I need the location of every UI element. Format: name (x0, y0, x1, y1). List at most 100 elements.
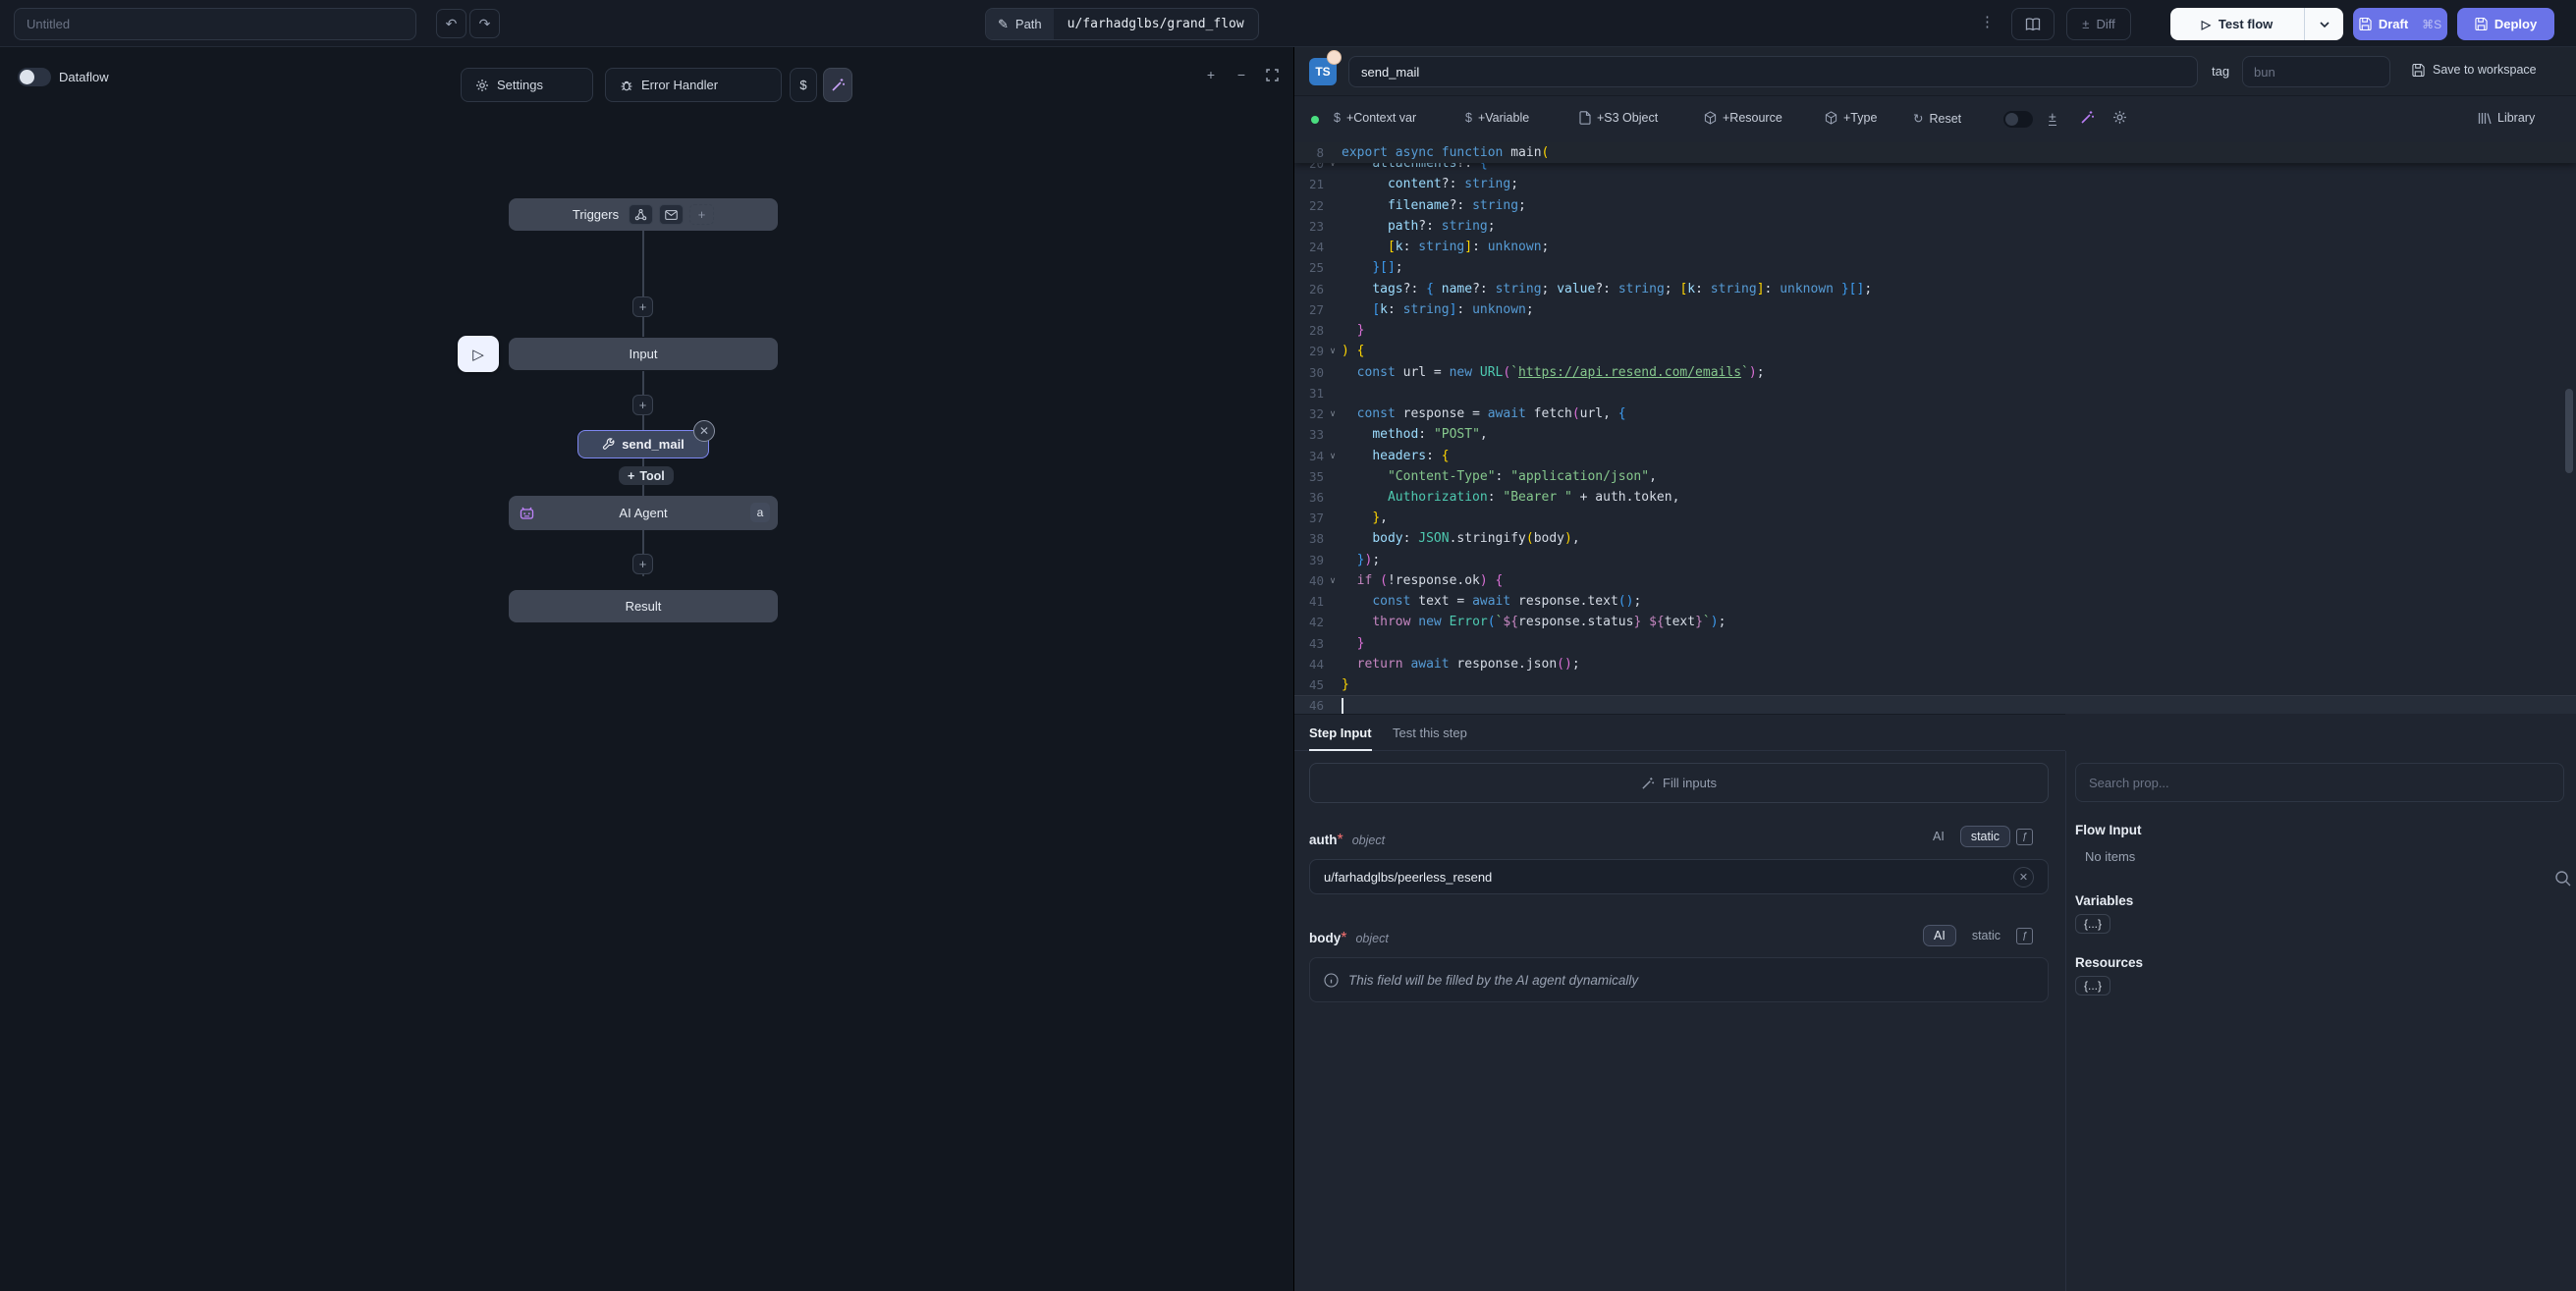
code-editor[interactable]: 20∨ attachments?: {21 content?: string;2… (1294, 142, 2576, 714)
remove-tool-button[interactable]: ✕ (693, 420, 715, 442)
mail-icon (665, 210, 678, 220)
auth-expression-mode-button[interactable]: ƒ (2016, 829, 2033, 845)
edge-search-icon[interactable] (2553, 869, 2573, 888)
code-line[interactable]: 40∨ if (!response.ok) { (1294, 570, 2576, 591)
fold-chevron-icon[interactable]: ∨ (1324, 451, 1342, 461)
library-button[interactable]: Library (2478, 111, 2535, 125)
fit-view-button[interactable] (1261, 64, 1283, 85)
auth-value-input[interactable] (1309, 859, 2049, 894)
code-line[interactable]: 33 method: "POST", (1294, 424, 2576, 445)
code-line[interactable]: 42 throw new Error(`${response.status} $… (1294, 612, 2576, 632)
code-line[interactable]: 32∨ const response = await fetch(url, { (1294, 403, 2576, 424)
code-line[interactable]: 24 [k: string]: unknown; (1294, 237, 2576, 257)
book-icon (2025, 18, 2041, 31)
code-line[interactable]: 26 tags?: { name?: string; value?: strin… (1294, 278, 2576, 298)
error-handler-button[interactable]: Error Handler (605, 68, 782, 102)
code-line[interactable]: 34∨ headers: { (1294, 445, 2576, 465)
tab-test-this-step[interactable]: Test this step (1393, 726, 1467, 740)
add-s3-object-button[interactable]: +S3 Object (1579, 111, 1658, 125)
code-line[interactable]: 41 const text = await response.text(); (1294, 591, 2576, 612)
line-number: 29 (1294, 344, 1324, 358)
email-trigger-chip[interactable] (659, 204, 684, 225)
insert-step-below-agent-button[interactable]: + (632, 554, 653, 574)
body-ai-mode-button[interactable]: AI (1923, 925, 1956, 946)
code-line[interactable]: 28 } (1294, 320, 2576, 341)
add-context-var-button[interactable]: $ +Context var (1334, 111, 1416, 125)
resources-object-chip[interactable]: {...} (2075, 976, 2110, 995)
add-trigger-chip[interactable]: + (689, 204, 714, 225)
node-input[interactable]: Input (509, 338, 778, 370)
node-send-mail-tool[interactable]: send_mail (577, 430, 709, 458)
code-line[interactable]: 29∨) { (1294, 341, 2576, 361)
fold-chevron-icon[interactable]: ∨ (1324, 408, 1342, 419)
fold-chevron-icon[interactable]: ∨ (1324, 346, 1342, 356)
code-line[interactable]: 39 }); (1294, 550, 2576, 570)
body-static-mode-button[interactable]: static (1962, 926, 2010, 945)
add-variable-button[interactable]: $ +Variable (1465, 111, 1529, 125)
code-line[interactable]: 38 body: JSON.stringify(body), (1294, 528, 2576, 549)
code-line[interactable]: 35 "Content-Type": "application/json", (1294, 466, 2576, 487)
code-line[interactable]: 21 content?: string; (1294, 174, 2576, 194)
auth-static-mode-button[interactable]: static (1960, 826, 2010, 847)
fill-inputs-button[interactable]: Fill inputs (1309, 763, 2049, 803)
docs-button[interactable] (2011, 8, 2055, 40)
add-tool-button[interactable]: + Tool (619, 466, 674, 485)
ai-codegen-button[interactable] (2080, 110, 2095, 125)
diff-mode-icon[interactable]: ± (2049, 109, 2056, 126)
clear-auth-button[interactable]: ✕ (2013, 867, 2034, 888)
save-to-workspace-button[interactable]: Save to workspace (2412, 63, 2537, 77)
node-triggers[interactable]: Triggers + (509, 198, 778, 231)
dataflow-toggle[interactable] (18, 68, 51, 86)
path-chip[interactable]: ✎ Path u/farhadglbs/grand_flow (985, 8, 1259, 40)
node-ai-agent[interactable]: AI Agent a (509, 496, 778, 530)
code-line[interactable]: 44 return await response.json(); (1294, 654, 2576, 674)
code-line[interactable]: 22 filename?: string; (1294, 194, 2576, 215)
insert-step-below-input-button[interactable]: + (632, 395, 653, 415)
tab-step-input[interactable]: Step Input (1309, 726, 1372, 751)
flow-canvas[interactable]: Dataflow Settings Error Handler $ (0, 47, 1294, 1291)
code-line[interactable]: 23 path?: string; (1294, 216, 2576, 237)
deploy-button[interactable]: Deploy (2457, 8, 2554, 40)
zoom-out-button[interactable]: − (1231, 64, 1252, 85)
search-prop-input[interactable] (2075, 763, 2564, 802)
webhook-trigger-chip[interactable] (629, 204, 653, 225)
test-flow-button[interactable]: ▷ Test flow (2170, 17, 2304, 31)
node-result[interactable]: Result (509, 590, 778, 622)
code-line[interactable]: 45} (1294, 674, 2576, 695)
code-line[interactable]: 27 [k: string]: unknown; (1294, 299, 2576, 320)
diff-button[interactable]: ± Diff (2066, 8, 2131, 40)
code-line[interactable]: 30 const url = new URL(`https://api.rese… (1294, 361, 2576, 382)
variables-object-chip[interactable]: {...} (2075, 914, 2110, 934)
code-line[interactable]: 25 }[]; (1294, 257, 2576, 278)
draft-button[interactable]: Draft ⌘S (2353, 8, 2447, 40)
add-type-button[interactable]: +Type (1825, 111, 1877, 125)
reset-button[interactable]: ↻ Reset (1913, 111, 1961, 126)
package-icon (1704, 111, 1717, 125)
test-flow-dropdown-button[interactable] (2304, 8, 2343, 40)
ai-assistant-button[interactable] (823, 68, 852, 102)
zoom-in-button[interactable]: + (1200, 64, 1222, 85)
step-name-input[interactable] (1348, 56, 2198, 87)
editor-settings-button[interactable] (2112, 110, 2127, 125)
body-expression-mode-button[interactable]: ƒ (2016, 928, 2033, 944)
undo-button[interactable]: ↶ (436, 9, 466, 38)
redo-button[interactable]: ↷ (469, 9, 500, 38)
flow-title-input[interactable] (14, 8, 416, 40)
code-line[interactable]: 46 (1294, 695, 2576, 714)
auth-ai-mode-button[interactable]: AI (1923, 827, 1954, 846)
run-from-input-button[interactable]: ▷ (458, 336, 499, 372)
currency-button[interactable]: $ (790, 68, 817, 102)
code-line[interactable]: 43 } (1294, 633, 2576, 654)
code-line[interactable]: 36 Authorization: "Bearer " + auth.token… (1294, 487, 2576, 508)
add-resource-button[interactable]: +Resource (1704, 111, 1782, 125)
insert-step-above-input-button[interactable]: + (632, 296, 653, 317)
flow-settings-button[interactable]: Settings (461, 68, 593, 102)
code-line[interactable]: 37 }, (1294, 508, 2576, 528)
editor-mode-toggle[interactable] (2003, 111, 2033, 128)
editor-scrollbar[interactable] (2565, 389, 2573, 473)
code-line[interactable]: 31 (1294, 383, 2576, 403)
tag-input[interactable] (2242, 56, 2390, 87)
step-editor-panel: TS tag Save to workspace $ +Context var … (1294, 47, 2576, 1291)
more-options-kebab-icon[interactable]: ⋮ (1980, 13, 1995, 30)
fold-chevron-icon[interactable]: ∨ (1324, 575, 1342, 586)
